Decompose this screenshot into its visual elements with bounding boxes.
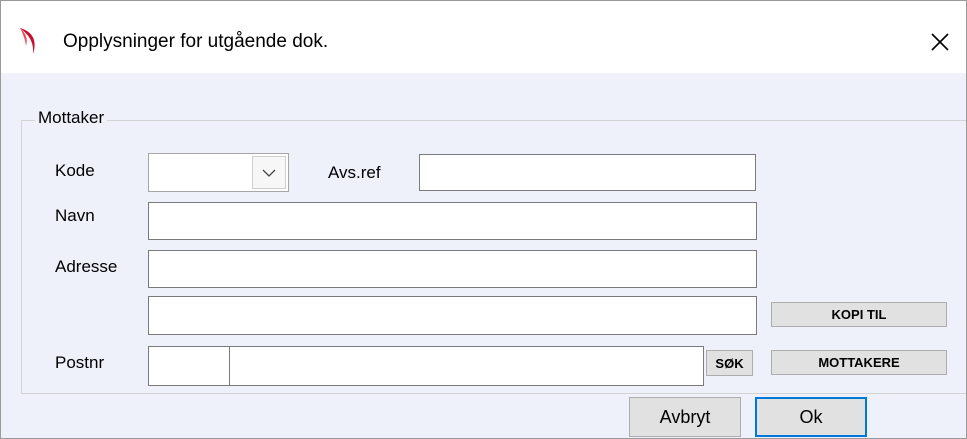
kopi-til-button[interactable]: KOPI TIL	[771, 302, 947, 327]
mottakere-button[interactable]: MOTTAKERE	[771, 350, 947, 375]
postnr-label: Postnr	[55, 353, 105, 372]
adresse-label: Adresse	[55, 257, 118, 276]
close-icon[interactable]	[929, 31, 951, 53]
avsref-label: Avs.ref	[328, 163, 381, 182]
navn-label: Navn	[55, 206, 95, 225]
sok-button[interactable]: SØK	[706, 350, 753, 376]
adresse-line1-input[interactable]	[148, 250, 757, 288]
group-legend: Mottaker	[35, 108, 108, 128]
kode-label: Kode	[55, 161, 95, 180]
postnr-place-input[interactable]	[229, 346, 704, 386]
chevron-down-icon	[262, 169, 276, 177]
adresse-line2-input[interactable]	[148, 296, 757, 335]
ok-button[interactable]: Ok	[755, 397, 867, 437]
dialog-window: Opplysninger for utgående dok. Mottaker …	[0, 0, 967, 439]
dropdown-button[interactable]	[252, 156, 286, 189]
title-bar: Opplysninger for utgående dok.	[1, 1, 966, 73]
postnr-code-input[interactable]	[148, 346, 230, 386]
app-logo-icon	[17, 27, 41, 55]
dialog-body: Mottaker Kode Avs.ref Navn Adresse KOPI …	[1, 73, 966, 438]
avsref-input[interactable]	[419, 154, 756, 191]
kode-dropdown[interactable]	[148, 153, 289, 192]
avbryt-button[interactable]: Avbryt	[629, 397, 741, 437]
navn-input[interactable]	[148, 202, 757, 240]
window-title: Opplysninger for utgående dok.	[63, 31, 329, 52]
